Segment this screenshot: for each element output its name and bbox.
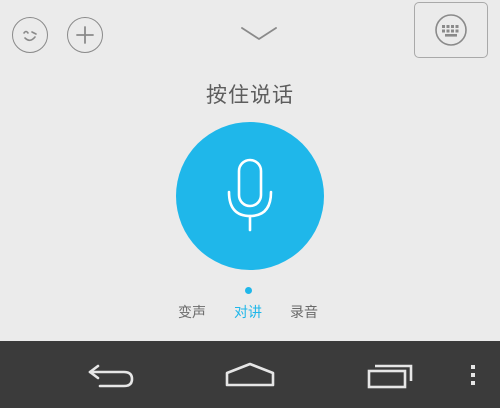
recent-apps-icon — [367, 364, 413, 389]
system-navigation-bar — [0, 341, 500, 408]
overflow-menu-icon — [471, 365, 475, 385]
add-button[interactable] — [67, 17, 103, 53]
home-button[interactable] — [222, 355, 278, 395]
microphone-icon — [227, 158, 273, 232]
collapse-panel-button[interactable] — [236, 22, 282, 46]
plus-icon — [76, 26, 94, 44]
switch-to-keyboard-button[interactable] — [414, 2, 488, 58]
voice-mode-tabs: 变声 对讲 录音 — [0, 302, 500, 322]
back-arrow-icon — [88, 364, 134, 388]
overflow-menu-button[interactable] — [463, 355, 483, 395]
chevron-down-icon — [241, 27, 277, 40]
emoji-button[interactable] — [12, 17, 48, 53]
mode-tab-intercom[interactable]: 对讲 — [234, 302, 262, 322]
mode-tab-voice-change[interactable]: 变声 — [178, 302, 206, 322]
back-button[interactable] — [84, 355, 138, 395]
keyboard-icon — [435, 14, 467, 46]
home-icon — [225, 362, 275, 387]
voice-input-panel: 按住说话 变声 对讲 录音 — [0, 0, 500, 341]
mode-tab-record[interactable]: 录音 — [290, 302, 318, 322]
hold-to-talk-label: 按住说话 — [206, 83, 294, 107]
hold-to-talk-button[interactable] — [176, 122, 324, 270]
recent-apps-button[interactable] — [363, 355, 417, 395]
smiley-face-icon — [23, 30, 37, 42]
active-mode-indicator — [245, 287, 252, 294]
